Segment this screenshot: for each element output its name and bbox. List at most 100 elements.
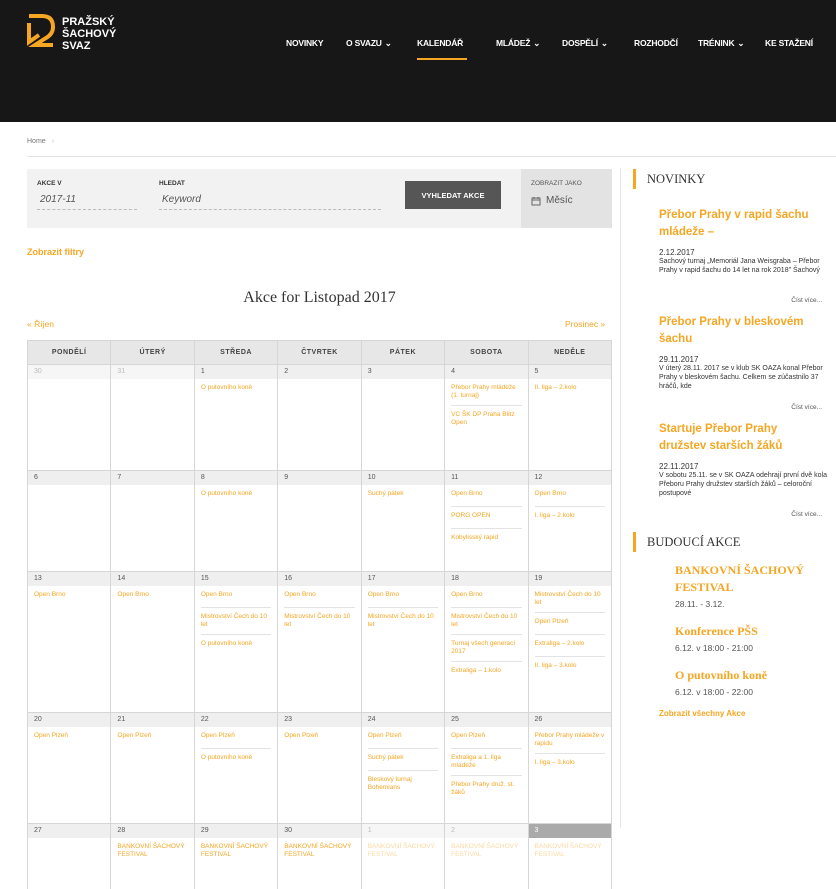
weekday-header: NEDĚLE <box>527 340 613 365</box>
event-link[interactable]: Open Brno <box>451 485 522 507</box>
event-link[interactable]: Přebor Prahy mládeže (1. turnaj) <box>451 379 522 406</box>
event-link[interactable]: Open Brno <box>284 586 355 608</box>
news-item: Přebor Prahy v bleskovém šachu 29.11.2017… <box>633 314 836 411</box>
read-more-link[interactable]: Číst více... <box>633 297 822 304</box>
day-number: 5 <box>528 365 611 379</box>
read-more-link[interactable]: Číst více... <box>633 404 822 411</box>
day-cell: 3 <box>360 364 446 471</box>
day-number: 30 <box>278 824 361 838</box>
event-link[interactable]: Open Plzeň <box>367 727 439 749</box>
show-filters-link[interactable]: Zobrazit filtry <box>27 247 84 257</box>
event-link[interactable]: Extraliga – 2.kolo <box>534 635 605 657</box>
event-link[interactable]: Suchý pátek <box>368 485 438 507</box>
event-link[interactable]: BANKOVNÍ ŠACHOVÝ FESTIVAL <box>368 838 438 864</box>
event-link[interactable]: Open Plzeň <box>284 727 354 749</box>
event-link[interactable]: Přebor Prahy mládeže v rapidu <box>534 727 605 754</box>
breadcrumb-home[interactable]: Home <box>27 138 46 145</box>
event-link[interactable]: Open Plzeň <box>534 613 605 635</box>
event-link[interactable]: Kobylisský rapid <box>451 529 521 551</box>
day-number: 1 <box>194 365 278 379</box>
event-link[interactable]: I. liga – 2.kolo <box>535 507 605 529</box>
event-link[interactable]: Open Brno <box>451 586 522 608</box>
event-link[interactable]: Mistrovství Čech do 10 let <box>200 608 272 635</box>
event-link[interactable]: Bleskový turnaj Bohemians <box>368 771 438 797</box>
news-title[interactable]: Přebor Prahy v bleskovém šachu <box>659 314 824 348</box>
logo-line: PRAŽSKÝ <box>62 16 115 28</box>
event-link[interactable]: II. liga – 3.kolo <box>535 657 605 679</box>
day-number: 26 <box>528 713 611 727</box>
nav-item[interactable]: KE STAŽENÍ <box>765 38 813 48</box>
site-header: PRAŽSKÝ ŠACHOVÝ SVAZ NOVINKY O SVAZU ⌄ KALE… <box>0 0 836 122</box>
day-cell: 12 Open Brno I. liga – 2.kolo <box>527 470 613 572</box>
day-cell: 9 <box>277 470 362 572</box>
event-link[interactable]: BANKOVNÍ ŠACHOVÝ FESTIVAL <box>201 838 271 864</box>
next-month-link[interactable]: Prosinec » <box>565 319 605 329</box>
upcoming-title[interactable]: O putovního koně <box>675 667 835 684</box>
day-number: 17 <box>361 572 445 586</box>
view-as-label: ZOBRAZIT JAKO <box>531 180 582 187</box>
event-link[interactable]: BANKOVNÍ ŠACHOVÝ FESTIVAL <box>451 838 521 864</box>
nav-label: O SVAZU <box>346 38 382 48</box>
event-link[interactable]: PORG OPEN <box>451 507 522 529</box>
event-link[interactable]: Open Brno <box>367 586 439 608</box>
event-link[interactable]: Suchý pátek <box>367 749 439 771</box>
event-link[interactable]: Extraliga – 1.kolo <box>451 662 521 684</box>
event-link[interactable]: BANKOVNÍ ŠACHOVÝ FESTIVAL <box>284 838 354 864</box>
event-link[interactable]: Turnaj všech generací 2017 <box>451 635 522 662</box>
nav-label: KE STAŽENÍ <box>765 38 813 48</box>
event-link[interactable]: VC ŠK DP Praha Blitz Open <box>451 406 521 432</box>
event-link[interactable]: Mistrovství Čech do 10 let <box>534 586 605 613</box>
day-number: 24 <box>361 713 445 727</box>
chevron-down-icon: ⌄ <box>533 38 541 48</box>
upcoming-item: BANKOVNÍ ŠACHOVÝ FESTIVAL 28.11. - 3.12. <box>633 562 836 609</box>
search-events-button[interactable]: VYHLEDAT AKCE <box>405 181 501 209</box>
nav-item[interactable]: ROZHODČÍ <box>634 38 678 48</box>
event-link[interactable]: BANKOVNÍ ŠACHOVÝ FESTIVAL <box>117 838 187 864</box>
breadcrumb: Home › <box>27 138 54 145</box>
event-link[interactable]: Open Plzeň <box>117 727 187 749</box>
all-events-link[interactable]: Zobrazit všechny Akce <box>659 709 836 718</box>
event-link[interactable]: Open Brno <box>117 586 187 608</box>
event-link[interactable]: Extraliga a 1. liga mládeže <box>451 749 522 776</box>
nav-item[interactable]: DOSPĚLÍ ⌄ <box>562 38 608 49</box>
news-title[interactable]: Přebor Prahy v rapid šachu mládeže – <box>659 207 824 241</box>
event-link[interactable]: Open Brno <box>534 485 605 507</box>
day-cell: 30 BANKOVNÍ ŠACHOVÝ FESTIVAL <box>277 823 362 889</box>
nav-item[interactable]: O SVAZU ⌄ <box>346 38 392 49</box>
week-row: 13 Open Brno 14 Open Brno 15 Open Brno Mistrov… <box>26 571 613 713</box>
event-link[interactable]: Open Plzeň <box>451 727 522 749</box>
nav-item[interactable]: TRÉNINK ⌄ <box>698 38 745 49</box>
event-link[interactable]: Mistrovství Čech do 10 let <box>284 608 354 634</box>
upcoming-title[interactable]: BANKOVNÍ ŠACHOVÝ FESTIVAL <box>675 562 835 596</box>
month-input[interactable]: 2017-11 <box>37 194 137 210</box>
view-as-select[interactable]: ZOBRAZIT JAKO Měsíc <box>521 169 612 228</box>
event-link[interactable]: II. liga – 2.kolo <box>535 379 605 401</box>
event-link[interactable]: O putovního koně <box>201 485 271 507</box>
event-link[interactable]: Open Plzeň <box>200 727 272 749</box>
day-number: 6 <box>28 471 111 485</box>
prev-month-link[interactable]: « Říjen <box>27 319 54 329</box>
breadcrumb-separator: › <box>51 138 55 145</box>
read-more-link[interactable]: Číst více... <box>633 511 822 518</box>
event-link[interactable]: BANKOVNÍ ŠACHOVÝ FESTIVAL <box>535 838 605 864</box>
nav-item[interactable]: KALENDÁŘ <box>417 38 468 60</box>
event-link[interactable]: I. liga – 3.kolo <box>535 754 605 776</box>
news-title[interactable]: Startuje Přebor Prahy družstev starších … <box>659 421 824 455</box>
event-link[interactable]: Přebor Prahy druž. st. žáků <box>451 776 521 802</box>
event-link[interactable]: Open Plzeň <box>34 727 104 749</box>
event-link[interactable]: Open Brno <box>34 586 104 608</box>
keyword-input[interactable]: Keyword <box>159 194 381 210</box>
event-link[interactable]: O putovního koně <box>201 749 271 771</box>
event-link[interactable]: Mistrovství Čech do 10 let <box>451 608 522 635</box>
week-row: 678O putovního koně 9 10 Suchý pátek 11 Open … <box>26 470 613 572</box>
event-link[interactable]: O putovního koně <box>201 379 271 401</box>
upcoming-title[interactable]: Konference PŠS <box>675 623 835 640</box>
event-link[interactable]: O putovního koně <box>201 635 271 657</box>
day-cell: 17 Open Brno Mistrovství Čech do 10 let <box>360 571 446 713</box>
day-number: 2 <box>445 824 528 838</box>
nav-item[interactable]: MLÁDEŽ ⌄ <box>496 38 540 49</box>
nav-item[interactable]: NOVINKY <box>286 38 324 48</box>
event-link[interactable]: Mistrovství Čech do 10 let <box>368 608 438 634</box>
event-link[interactable]: Open Brno <box>200 586 272 608</box>
day-cell: 18 Open Brno Mistrovství Čech do 10 let Tur… <box>444 571 529 713</box>
